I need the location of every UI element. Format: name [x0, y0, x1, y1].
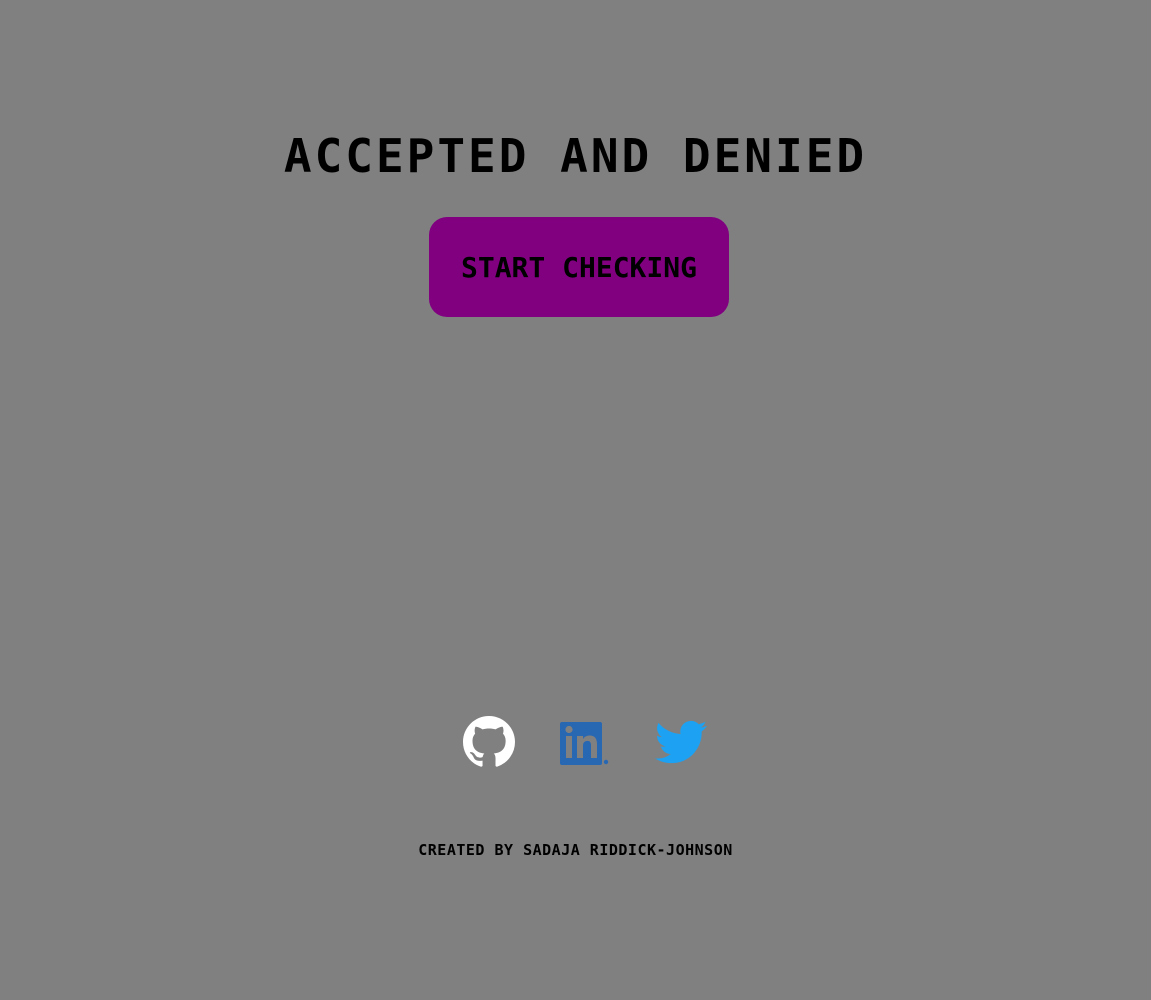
linkedin-link[interactable] [558, 716, 610, 768]
linkedin-icon [560, 722, 609, 765]
credit-text: CREATED BY SADAJA RIDDICK-JOHNSON [418, 841, 733, 859]
page-title: ACCEPTED AND DENIED [283, 129, 868, 183]
twitter-link[interactable] [655, 716, 707, 768]
github-icon [463, 716, 515, 767]
start-checking-button[interactable]: START CHECKING [429, 217, 729, 317]
social-links [0, 716, 1151, 768]
twitter-icon [655, 720, 707, 764]
github-link[interactable] [463, 716, 515, 768]
